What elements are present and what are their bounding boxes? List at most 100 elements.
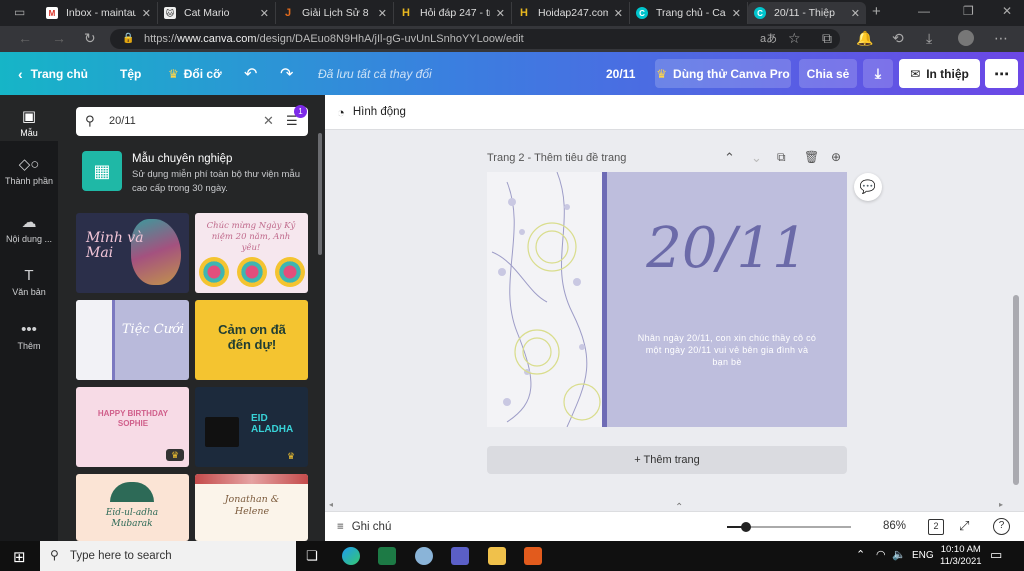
delete-page-icon[interactable]: 🗑 (804, 150, 819, 164)
notification-icon[interactable]: ▭ (990, 547, 1002, 563)
browser-tab[interactable]: H Hoidap247.com ✕ (512, 2, 630, 24)
template-thumbnail[interactable]: Tiệc Cưới (76, 300, 189, 380)
card-message[interactable]: Nhân ngày 20/11, con xin chúc thầy cô có… (637, 332, 817, 368)
browser-tab[interactable]: H Hỏi đáp 247 - tra ✕ (394, 2, 512, 24)
wifi-icon[interactable]: ◠ (876, 548, 886, 561)
notes-button[interactable]: ≡ Ghi chú (337, 512, 391, 542)
rail-item-templates[interactable]: ▣ Mẫu (0, 95, 58, 141)
browser-tab[interactable]: J Giải Lịch Sử 8 Bài ✕ (276, 2, 394, 24)
chevron-up-icon[interactable]: ⌃ (856, 548, 865, 561)
workspace-scrollbar[interactable] (1013, 295, 1019, 485)
rail-item-uploads[interactable]: ☁ Nội dung ... (0, 213, 58, 244)
tab-actions-icon[interactable]: ▭ (14, 5, 25, 19)
more-options-button[interactable]: ⋯ (985, 59, 1018, 88)
app-icon[interactable] (415, 547, 433, 565)
page-count[interactable]: 2 (928, 519, 944, 535)
url-path: /design/DAEuo8N9HhA/jIl-gG-uvUnLSnhoYYLo… (256, 33, 524, 45)
excel-icon[interactable] (378, 547, 396, 565)
pro-promo[interactable]: ▦ Mẫu chuyên nghiệp Sử dụng miễn phí toà… (76, 151, 308, 201)
app-icon[interactable] (524, 547, 542, 565)
close-tab-icon[interactable]: ✕ (496, 7, 505, 20)
clear-search-icon[interactable]: ✕ (263, 113, 274, 129)
help-icon[interactable]: ? (993, 518, 1010, 535)
print-button[interactable]: ✉ In thiệp (899, 59, 980, 88)
read-aloud-icon[interactable]: aあ (760, 30, 777, 46)
history-icon[interactable]: ⟲ (892, 30, 904, 47)
add-page-button[interactable]: + Thêm trang (487, 446, 847, 474)
close-tab-icon[interactable]: ✕ (260, 7, 269, 20)
share-button[interactable]: Chia sẻ (799, 59, 857, 88)
clock[interactable]: 10:10 AM 11/3/2021 (940, 544, 982, 568)
add-page-icon[interactable]: ⊕ (831, 150, 841, 164)
home-link[interactable]: ‹ Trang chủ (18, 52, 88, 95)
template-thumbnail[interactable]: Jonathan & Helene (195, 474, 308, 541)
animate-button[interactable]: ◔ Hình động (337, 95, 406, 129)
card-title[interactable]: 20/11 (607, 216, 847, 281)
comment-icon[interactable]: 💬 (854, 173, 882, 201)
rail-item-text[interactable]: T Văn bản (0, 267, 58, 297)
extension-icon[interactable]: 🔔 (856, 30, 873, 47)
close-tab-icon[interactable]: ✕ (732, 7, 741, 20)
resize-button[interactable]: ♛ Đổi cỡ (168, 52, 222, 95)
panel-scrollbar[interactable] (318, 133, 322, 255)
redo-icon[interactable]: ↷ (280, 52, 293, 95)
reload-icon[interactable]: ↻ (84, 30, 96, 47)
fullscreen-icon[interactable]: ⤢ (959, 518, 969, 534)
favorite-star-icon[interactable]: ☆ (788, 30, 801, 47)
file-menu[interactable]: Tệp (120, 52, 141, 95)
profile-avatar[interactable] (958, 30, 974, 46)
page-divider (602, 172, 607, 427)
undo-icon[interactable]: ↶ (244, 52, 257, 95)
rail-item-more[interactable]: ••• Thêm (0, 321, 58, 351)
zoom-slider[interactable] (727, 522, 851, 532)
template-thumbnail[interactable]: Minh và Mai (76, 213, 189, 293)
close-window-icon[interactable]: ✕ (1002, 4, 1012, 18)
new-tab-icon[interactable]: + (872, 3, 881, 20)
windows-start-icon[interactable]: ⊞ (13, 548, 26, 566)
download-button[interactable]: ⤓ (863, 59, 893, 88)
page-title-label[interactable]: Trang 2 - Thêm tiêu đề trang (487, 152, 626, 164)
teams-icon[interactable] (451, 547, 469, 565)
scroll-left-icon[interactable]: ◂ (329, 500, 333, 509)
download-icon[interactable]: ⤓ (926, 30, 932, 47)
move-page-down-icon[interactable]: ⌄ (751, 150, 762, 166)
close-tab-icon[interactable]: ✕ (851, 7, 860, 20)
template-search-box[interactable]: ⚲ 20/11 ✕ ☰ 1 (76, 105, 308, 136)
zoom-level[interactable]: 86% (883, 520, 906, 532)
duplicate-page-icon[interactable]: ⧉ (777, 150, 786, 165)
template-thumbnail[interactable]: EID ALADHA ♛ (195, 387, 308, 467)
browser-tab[interactable]: 🐱 Cat Mario ✕ (158, 2, 276, 24)
edge-icon[interactable] (342, 547, 360, 565)
back-icon[interactable]: ← (18, 30, 32, 46)
browser-tab[interactable]: M Inbox - maintaug ✕ (40, 2, 158, 24)
language-indicator[interactable]: ENG (912, 550, 934, 561)
close-tab-icon[interactable]: ✕ (142, 7, 151, 20)
template-thumbnail[interactable]: Cảm ơn đã đến dự! (195, 300, 308, 380)
forward-icon[interactable]: → (52, 30, 66, 46)
taskbar-search[interactable]: ⚲ Type here to search (40, 541, 296, 571)
url-field[interactable]: 🔒 https://www.canva.com/design/DAEuo8N9H… (110, 29, 840, 49)
collections-icon[interactable]: ⧉ (822, 30, 832, 47)
design-name[interactable]: 20/11 (606, 52, 635, 95)
template-thumbnail[interactable]: Eid-ul-adha Mubarak (76, 474, 189, 541)
move-page-up-icon[interactable]: ⌃ (724, 150, 735, 166)
browser-tab-active[interactable]: C 20/11 - Thiệp ✕ (748, 2, 866, 24)
template-thumbnail[interactable]: Chúc mừng Ngày Kỷ niệm 20 năm, Anh yêu! (195, 213, 308, 293)
search-input[interactable]: 20/11 (109, 115, 136, 127)
volume-icon[interactable]: 🔈 (892, 548, 906, 561)
browser-tab[interactable]: C Trang chủ - Canv ✕ (630, 2, 748, 24)
design-page[interactable]: 20/11 Nhân ngày 20/11, con xin chúc thầy… (487, 172, 847, 427)
task-view-icon[interactable]: ❏ (306, 548, 318, 564)
zoom-slider-handle[interactable] (741, 522, 751, 532)
resize-label: Đổi cỡ (183, 66, 222, 81)
rail-item-elements[interactable]: ◇○ Thành phần (0, 155, 58, 186)
scroll-right-icon[interactable]: ▸ (999, 500, 1003, 509)
close-tab-icon[interactable]: ✕ (614, 7, 623, 20)
template-thumbnail[interactable]: HAPPY BIRTHDAY SOPHIE ♛ (76, 387, 189, 467)
browser-menu-icon[interactable]: ⋯ (994, 30, 1008, 47)
restore-icon[interactable]: ❐ (963, 4, 974, 18)
minimize-icon[interactable]: — (918, 4, 930, 18)
file-explorer-icon[interactable] (488, 547, 506, 565)
close-tab-icon[interactable]: ✕ (378, 7, 387, 20)
try-pro-button[interactable]: ♛ Dùng thử Canva Pro (655, 59, 791, 88)
